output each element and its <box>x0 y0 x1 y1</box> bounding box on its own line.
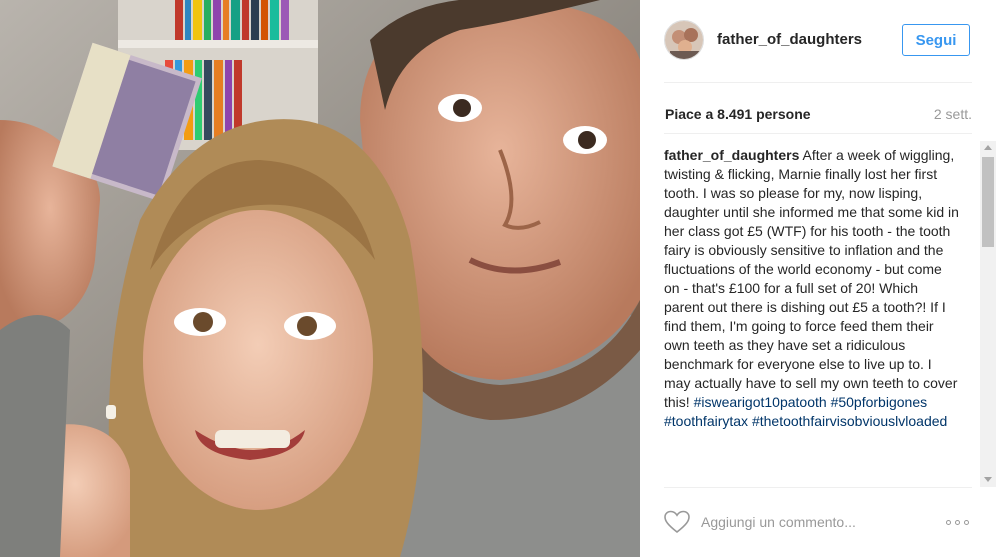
scroll-up-icon[interactable] <box>984 145 992 150</box>
heart-icon[interactable] <box>664 510 690 534</box>
dot <box>963 519 969 525</box>
post-side-panel: father_of_daughters Segui Piace a 8.491 … <box>640 0 996 557</box>
hashtag[interactable]: #thetoothfairvisobviouslvloaded <box>752 413 947 429</box>
more-options-icon[interactable] <box>942 514 972 530</box>
scroll-down-icon[interactable] <box>984 477 992 482</box>
dot <box>954 519 960 525</box>
hashtag[interactable]: #50pforbigones <box>831 394 928 410</box>
avatar[interactable] <box>664 20 704 60</box>
hashtag[interactable]: #iswearigot10patooth <box>694 394 827 410</box>
caption-scroll-area[interactable]: father_of_daughters After a week of wigg… <box>664 145 982 487</box>
post-photo[interactable] <box>0 0 640 557</box>
instagram-post: father_of_daughters Segui Piace a 8.491 … <box>0 0 996 557</box>
heart-outline <box>664 510 690 534</box>
caption-text: After a week of wiggling, twisting & fli… <box>664 147 959 410</box>
dot <box>945 519 951 525</box>
divider <box>664 487 972 488</box>
scrollbar-thumb[interactable] <box>982 157 994 247</box>
caption-username[interactable]: father_of_daughters <box>664 147 799 163</box>
follow-button[interactable]: Segui <box>902 24 970 56</box>
post-caption: father_of_daughters After a week of wigg… <box>664 146 960 431</box>
avatar-image <box>665 21 703 59</box>
post-username[interactable]: father_of_daughters <box>717 31 862 48</box>
post-timestamp[interactable]: 2 sett. <box>934 106 972 122</box>
photo-illustration <box>0 0 640 557</box>
post-header: father_of_daughters Segui <box>640 0 996 82</box>
divider <box>664 133 972 134</box>
comment-input[interactable] <box>701 512 901 532</box>
likes-count[interactable]: Piace a 8.491 persone <box>665 106 811 122</box>
divider <box>664 82 972 83</box>
hashtag[interactable]: #toothfairytax <box>664 413 748 429</box>
caption-scrollbar[interactable] <box>980 141 996 487</box>
